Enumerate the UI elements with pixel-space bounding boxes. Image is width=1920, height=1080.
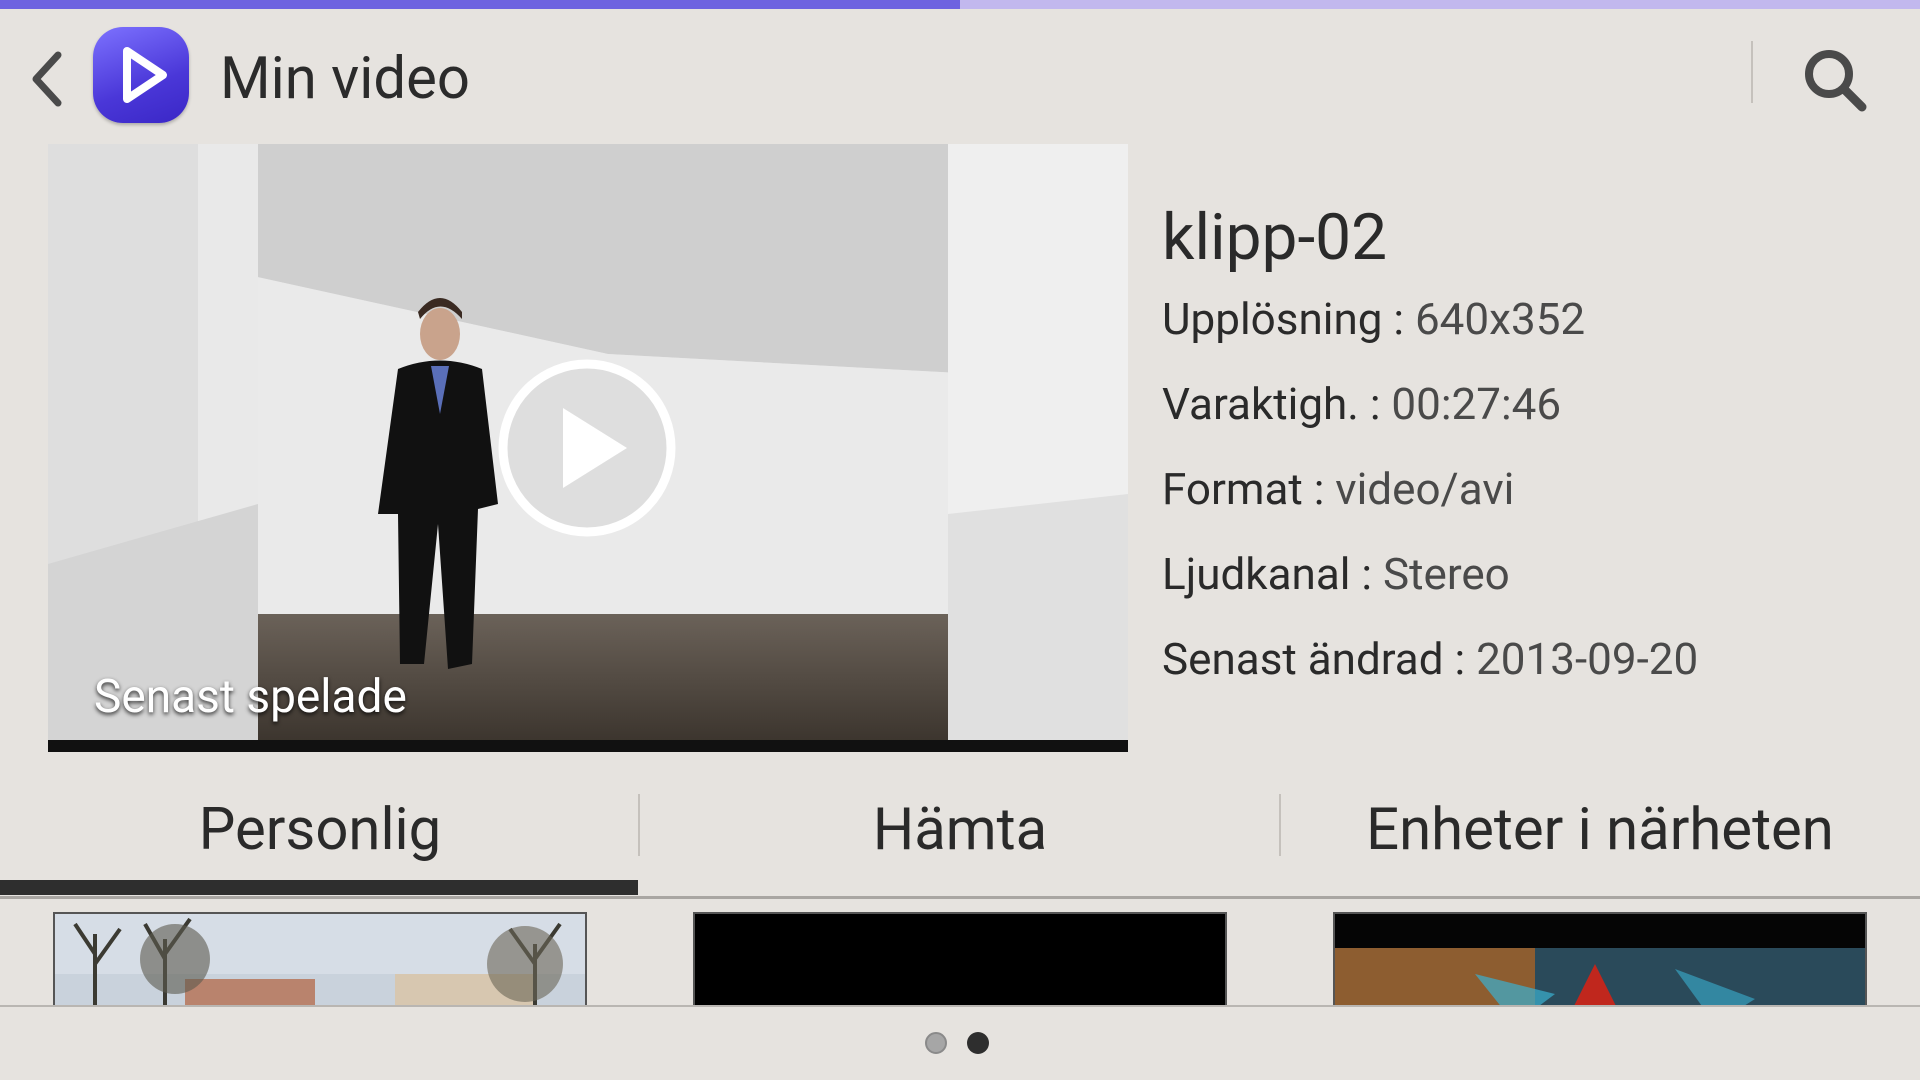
tab-nearby-devices[interactable]: Enheter i närheten [1280, 780, 1920, 880]
recently-played-preview[interactable]: Senast spelade [48, 144, 1128, 752]
video-title: klipp-02 [1162, 200, 1388, 275]
detail-value: Stereo [1382, 548, 1510, 600]
detail-separator: : [1393, 293, 1405, 345]
top-progress-fill [0, 0, 960, 9]
detail-label: Varaktigh. [1162, 378, 1359, 430]
detail-value: 00:27:46 [1391, 378, 1562, 430]
play-circle-icon[interactable] [495, 356, 679, 540]
tab-bar-baseline [0, 896, 1920, 899]
action-bar: Min video [0, 9, 1920, 145]
detail-separator: : [1313, 463, 1325, 515]
detail-separator: : [1454, 633, 1466, 685]
video-thumbnail[interactable] [53, 912, 587, 1006]
tab-hamta[interactable]: Hämta [640, 780, 1280, 880]
video-grid [0, 910, 1920, 1006]
tab-personlig[interactable]: Personlig [0, 780, 640, 880]
detail-label: Senast ändrad [1162, 633, 1444, 685]
detail-last-modified: Senast ändrad : 2013-09-20 [1162, 633, 1902, 718]
detail-value: video/avi [1335, 463, 1515, 515]
recently-played-label: Senast spelade [94, 670, 407, 724]
detail-value: 2013-09-20 [1476, 633, 1699, 685]
video-thumbnail[interactable] [1333, 912, 1867, 1006]
grid-bottom-divider [0, 1005, 1920, 1007]
app-title: Min video [220, 45, 470, 113]
detail-label: Format [1162, 463, 1303, 515]
detail-label: Ljudkanal [1162, 548, 1351, 600]
video-details: klipp-02 Upplösning : 640x352 Varaktigh.… [1162, 200, 1902, 718]
active-tab-indicator [0, 880, 638, 895]
video-thumbnail[interactable] [693, 912, 1227, 1006]
detail-label: Upplösning [1162, 293, 1383, 345]
detail-separator: : [1369, 378, 1381, 430]
detail-value: 640x352 [1414, 293, 1586, 345]
detail-duration: Varaktigh. : 00:27:46 [1162, 378, 1902, 463]
chevron-left-icon[interactable] [26, 49, 76, 109]
action-bar-divider [1751, 41, 1753, 103]
page-indicator [925, 1032, 1005, 1056]
top-progress-bar [0, 0, 1920, 9]
detail-separator: : [1361, 548, 1373, 600]
detail-resolution: Upplösning : 640x352 [1162, 293, 1902, 378]
detail-format: Format : video/avi [1162, 463, 1902, 548]
tab-bar: Personlig Hämta Enheter i närheten [0, 780, 1920, 900]
page-dot-2[interactable] [967, 1032, 989, 1054]
detail-audio-channel: Ljudkanal : Stereo [1162, 548, 1902, 633]
search-icon[interactable] [1800, 45, 1870, 115]
page-dot-1[interactable] [925, 1032, 947, 1054]
play-app-icon[interactable] [93, 27, 189, 123]
